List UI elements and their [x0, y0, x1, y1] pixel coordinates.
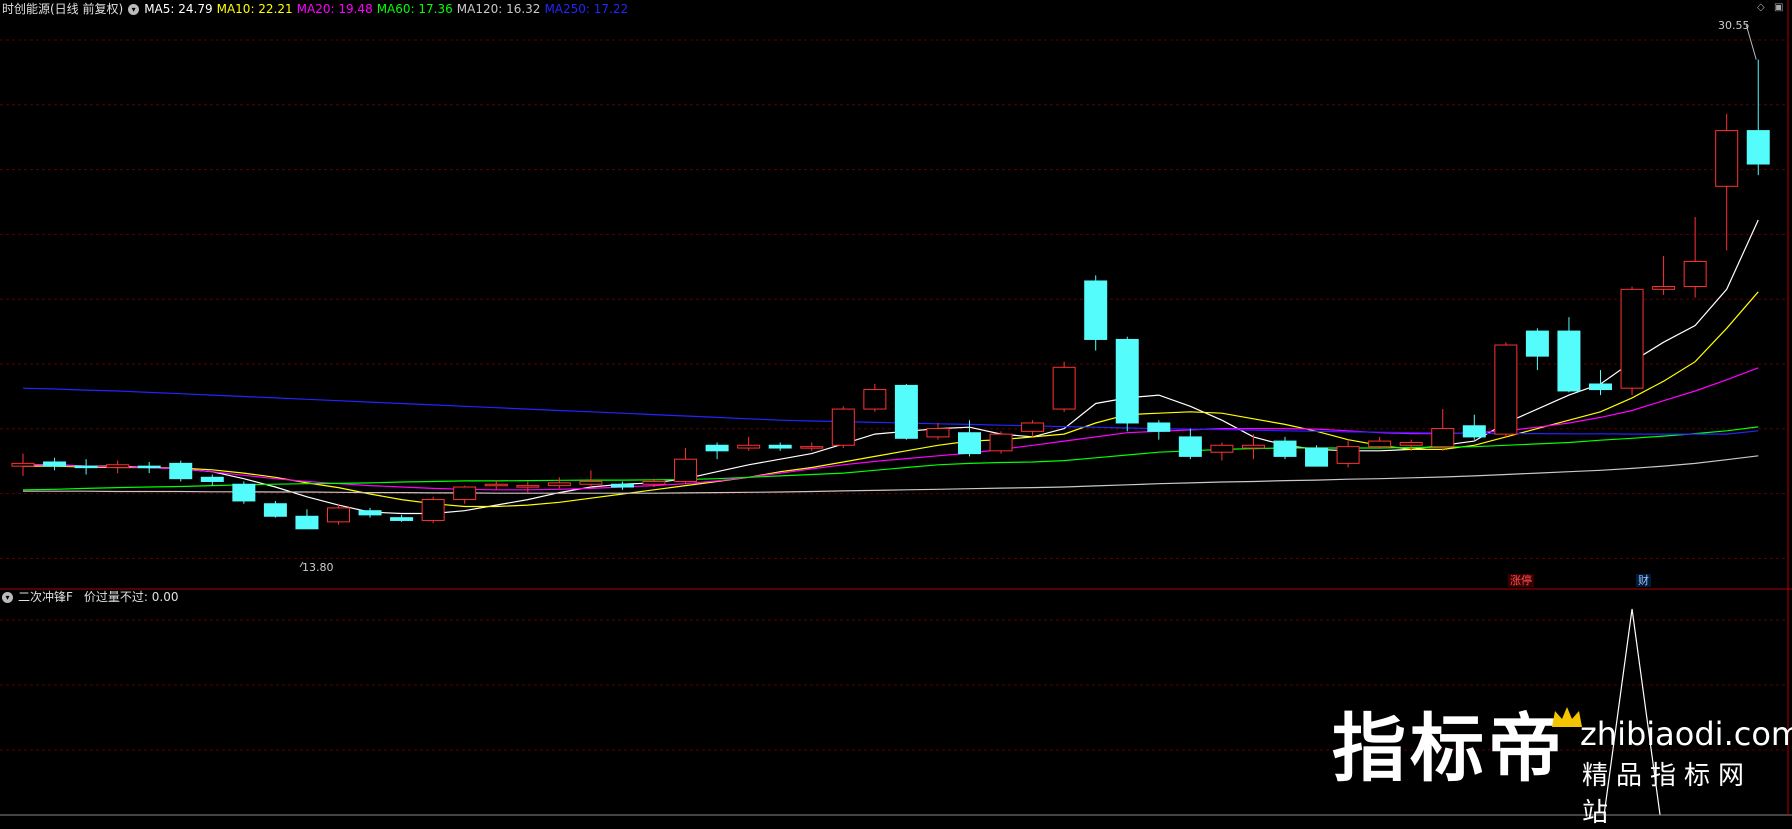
indicator-header: ▾ 二次冲锋F 价过量不过: 0.00	[2, 589, 178, 605]
candle-up	[1431, 428, 1455, 448]
candle-down	[1305, 447, 1329, 467]
ma-line-ma60	[22, 426, 1759, 491]
candle-up	[421, 499, 445, 521]
candle-up	[863, 389, 887, 410]
candle-up	[1494, 344, 1518, 435]
candle-down	[1746, 130, 1770, 165]
candle-down	[295, 515, 319, 530]
candle-up	[674, 458, 698, 482]
candle-up	[11, 462, 35, 467]
candle-down	[74, 465, 98, 469]
candle-down	[1525, 330, 1549, 357]
watermark: 指标帝 zhibiaodi.com 精品指标网站	[1332, 705, 1792, 828]
candle-up	[327, 507, 350, 523]
candle-up	[1652, 286, 1676, 290]
candle-down	[958, 432, 981, 455]
crown-icon	[1552, 707, 1582, 727]
watermark-url: zhibiaodi.com	[1580, 715, 1792, 753]
candle-down	[390, 517, 414, 521]
candle-down	[1178, 436, 1202, 457]
stock-title[interactable]: 时创能源(日线 前复权)	[2, 1, 123, 17]
ma-legend-item: MA20: 19.48	[296, 2, 373, 16]
candle-up	[484, 483, 508, 487]
candle-down	[705, 444, 729, 452]
ma-legend-item: MA10: 22.21	[216, 2, 293, 16]
limit-up-tag[interactable]: 涨停	[1508, 574, 1534, 587]
candle-down	[169, 462, 193, 480]
ma-legend-item: MA250: 17.22	[544, 2, 629, 16]
candle-up	[831, 408, 855, 446]
candle-up	[1399, 441, 1423, 446]
watermark-brand: 指标帝	[1332, 706, 1566, 792]
candle-up	[516, 485, 540, 488]
stock-chart: 30.55 13.80	[0, 0, 1792, 816]
candle-up	[989, 433, 1013, 452]
candle-up	[642, 480, 666, 485]
candle-down	[43, 461, 67, 467]
candle-down	[1273, 440, 1297, 457]
candle-up	[1241, 444, 1265, 449]
candle-up	[926, 428, 950, 438]
ma-line-ma120	[23, 455, 1759, 494]
candle-up	[579, 480, 603, 485]
candle-down	[263, 503, 287, 517]
watermark-slogan: 精品指标网站	[1582, 761, 1753, 828]
candle-down	[137, 465, 161, 469]
ma-legend-item: MA5: 24.79	[144, 2, 213, 16]
candle-up	[737, 444, 761, 449]
high-price-label: 30.55	[1718, 19, 1750, 32]
ma-legend-item: MA60: 17.36	[376, 2, 453, 16]
candle-up	[1368, 440, 1392, 448]
candle-down	[894, 384, 918, 439]
candle-up	[1715, 130, 1739, 187]
candle-down	[610, 483, 634, 488]
candle-down	[1084, 280, 1108, 340]
candle-down	[1115, 338, 1139, 424]
candlesticks	[11, 24, 1770, 568]
finance-tag[interactable]: 财	[1636, 574, 1651, 587]
candle-up	[1210, 444, 1234, 453]
candle-up	[1683, 260, 1707, 288]
candle-down	[1589, 383, 1612, 391]
price-grid	[0, 39, 1788, 816]
candle-up	[547, 482, 571, 487]
candle-down	[1147, 422, 1171, 432]
ma-legend-item: MA120: 16.32	[456, 2, 541, 16]
candle-up	[453, 486, 477, 501]
candle-down	[200, 476, 224, 482]
diamond-icon[interactable]: ◇	[1757, 2, 1765, 13]
candle-down	[768, 444, 792, 449]
candle-down	[232, 483, 256, 502]
candle-up	[1620, 288, 1644, 389]
candle-up	[1052, 366, 1076, 410]
candle-down	[358, 510, 382, 516]
indicator-title[interactable]: 二次冲锋F	[18, 589, 73, 605]
candle-up	[1021, 422, 1045, 432]
candle-up	[800, 446, 824, 449]
candle-down	[1557, 330, 1581, 392]
candle-down	[1462, 425, 1486, 438]
ma-legend: MA5: 24.79 MA10: 22.21 MA20: 19.48 MA60: 17…	[144, 1, 632, 17]
candle-up	[106, 464, 130, 469]
settings-circle-icon[interactable]: ▾	[128, 3, 140, 15]
window-icon[interactable]: ▣	[1774, 2, 1783, 13]
indicator-value: 价过量不过: 0.00	[83, 590, 179, 604]
low-price-label: 13.80	[302, 561, 334, 574]
candle-up	[1336, 446, 1360, 464]
indicator-menu-icon[interactable]: ▾	[2, 591, 13, 603]
main-chart-header: 时创能源(日线 前复权) ▾ MA5: 24.79 MA10: 22.21 MA20…	[2, 1, 632, 17]
